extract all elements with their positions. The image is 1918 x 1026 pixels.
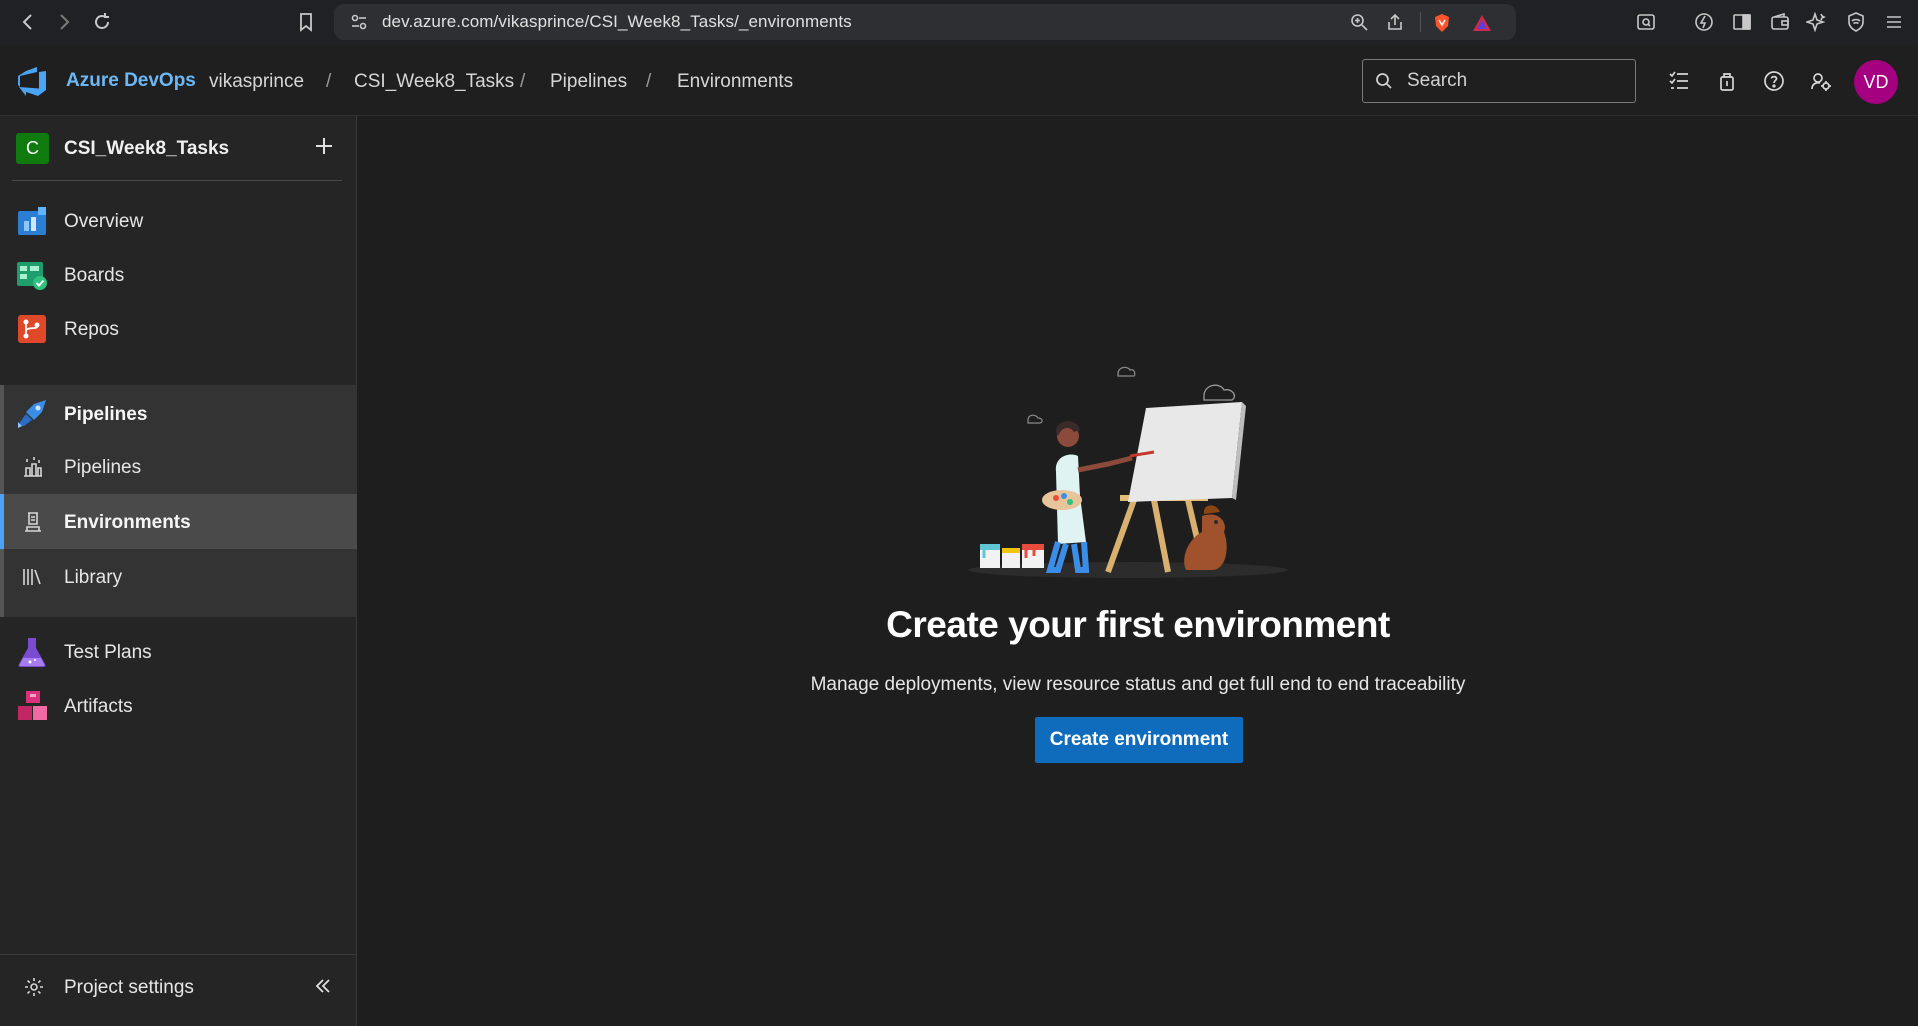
sidebar-divider: [12, 180, 342, 181]
empty-state-description: Manage deployments, view resource status…: [810, 674, 1466, 695]
sidebar-item-artifacts[interactable]: Artifacts: [0, 677, 357, 735]
breadcrumb-separator: /: [326, 71, 332, 92]
empty-state-title: Create your first environment: [886, 604, 1390, 645]
avatar[interactable]: VD: [1854, 60, 1898, 104]
breadcrumb-separator: /: [520, 71, 526, 92]
pipelines-icon: [18, 400, 46, 428]
sidebar-item-overview[interactable]: Overview: [0, 192, 357, 250]
azure-devops-logo-icon[interactable]: [16, 66, 48, 96]
help-icon[interactable]: [1763, 70, 1785, 92]
painter-illustration: [968, 366, 1288, 578]
brand-title[interactable]: Azure DevOps: [66, 70, 196, 92]
address-divider: [1420, 12, 1421, 32]
project-settings[interactable]: Project settings: [0, 954, 357, 1018]
sidebar-item-label: Library: [64, 567, 123, 588]
project-name[interactable]: CSI_Week8_Tasks: [64, 138, 229, 160]
breadcrumb-pipelines[interactable]: Pipelines: [550, 71, 627, 93]
boards-icon: [17, 262, 47, 290]
project-header[interactable]: C CSI_Week8_Tasks: [0, 116, 357, 180]
sidebar-item-label: Artifacts: [64, 696, 133, 717]
back-icon[interactable]: [10, 4, 46, 40]
avatar-initials: VD: [1863, 71, 1889, 92]
top-header: Azure DevOps vikasprince / CSI_Week8_Tas…: [0, 46, 1918, 116]
screenshot-search-icon[interactable]: [1636, 12, 1656, 32]
repos-icon: [18, 315, 46, 343]
sidebar-item-boards[interactable]: Boards: [0, 246, 357, 304]
url-text[interactable]: dev.azure.com/vikasprince/CSI_Week8_Task…: [382, 12, 852, 32]
sidebar-item-label: Test Plans: [64, 642, 152, 663]
work-items-icon[interactable]: [1668, 70, 1690, 92]
menu-icon[interactable]: [1884, 12, 1904, 32]
sidebar-item-pipelines[interactable]: Pipelines: [0, 385, 357, 443]
project-initial: C: [26, 138, 39, 158]
search-icon: [1376, 73, 1392, 89]
marketplace-icon[interactable]: [1716, 70, 1738, 92]
gear-icon: [25, 978, 43, 996]
sidebar-toggle-icon[interactable]: [1732, 12, 1752, 32]
reload-icon[interactable]: [84, 4, 120, 40]
main-content: Create your first environment Manage dep…: [358, 116, 1918, 1026]
sidebar-item-label: Pipelines: [64, 404, 148, 425]
speedreader-icon[interactable]: [1694, 12, 1714, 32]
collapse-sidebar-icon[interactable]: [312, 975, 334, 997]
site-info-icon[interactable]: [350, 13, 368, 31]
bookmark-icon[interactable]: [288, 4, 324, 40]
active-indicator: [0, 494, 4, 549]
breadcrumb-environments[interactable]: Environments: [677, 71, 793, 93]
sidebar-item-test-plans[interactable]: Test Plans: [0, 623, 357, 681]
overview-icon: [18, 207, 46, 235]
sidebar-subitem-pipelines[interactable]: Pipelines: [0, 439, 357, 494]
test-plans-icon: [18, 638, 46, 667]
sidebar-item-repos[interactable]: Repos: [0, 300, 357, 358]
plus-icon[interactable]: [312, 134, 336, 158]
pipelines-sub-icon: [24, 457, 42, 477]
create-environment-button[interactable]: Create environment: [1035, 717, 1243, 763]
address-bar[interactable]: dev.azure.com/vikasprince/CSI_Week8_Task…: [334, 4, 1516, 40]
library-icon: [23, 569, 41, 585]
sidebar-item-label: Overview: [64, 211, 144, 232]
zoom-icon[interactable]: [1350, 13, 1368, 31]
brave-shields-icon[interactable]: [1432, 13, 1452, 33]
forward-icon[interactable]: [46, 4, 82, 40]
sidebar-subitem-environments[interactable]: Environments: [0, 494, 357, 549]
search-input[interactable]: [1407, 70, 1607, 92]
sidebar-item-label: Repos: [64, 319, 119, 340]
artifacts-icon: [18, 691, 47, 720]
breadcrumb-project[interactable]: CSI_Week8_Tasks: [354, 71, 514, 93]
vpn-shield-icon[interactable]: [1846, 12, 1866, 32]
project-avatar: C: [16, 133, 49, 164]
leo-ai-icon[interactable]: [1806, 12, 1826, 32]
environments-icon: [25, 512, 41, 532]
brave-rewards-icon[interactable]: [1472, 13, 1492, 33]
sidebar-item-label: Environments: [64, 512, 191, 533]
wallet-icon[interactable]: [1770, 12, 1790, 32]
sidebar-item-label: Pipelines: [64, 457, 142, 478]
search-box[interactable]: [1362, 59, 1636, 103]
breadcrumb-organization[interactable]: vikasprince: [209, 71, 304, 93]
left-sidebar: C CSI_Week8_Tasks Overview Boards Repos: [0, 116, 357, 1026]
breadcrumb-separator: /: [646, 71, 652, 92]
browser-toolbar: dev.azure.com/vikasprince/CSI_Week8_Task…: [0, 0, 1918, 46]
sidebar-subitem-library[interactable]: Library: [0, 549, 357, 604]
settings-label: Project settings: [64, 977, 194, 998]
share-icon[interactable]: [1386, 13, 1404, 31]
pipelines-group: Pipelines Pipelines Environments Library: [0, 385, 357, 617]
sidebar-item-label: Boards: [64, 265, 125, 286]
user-settings-icon[interactable]: [1810, 70, 1832, 92]
